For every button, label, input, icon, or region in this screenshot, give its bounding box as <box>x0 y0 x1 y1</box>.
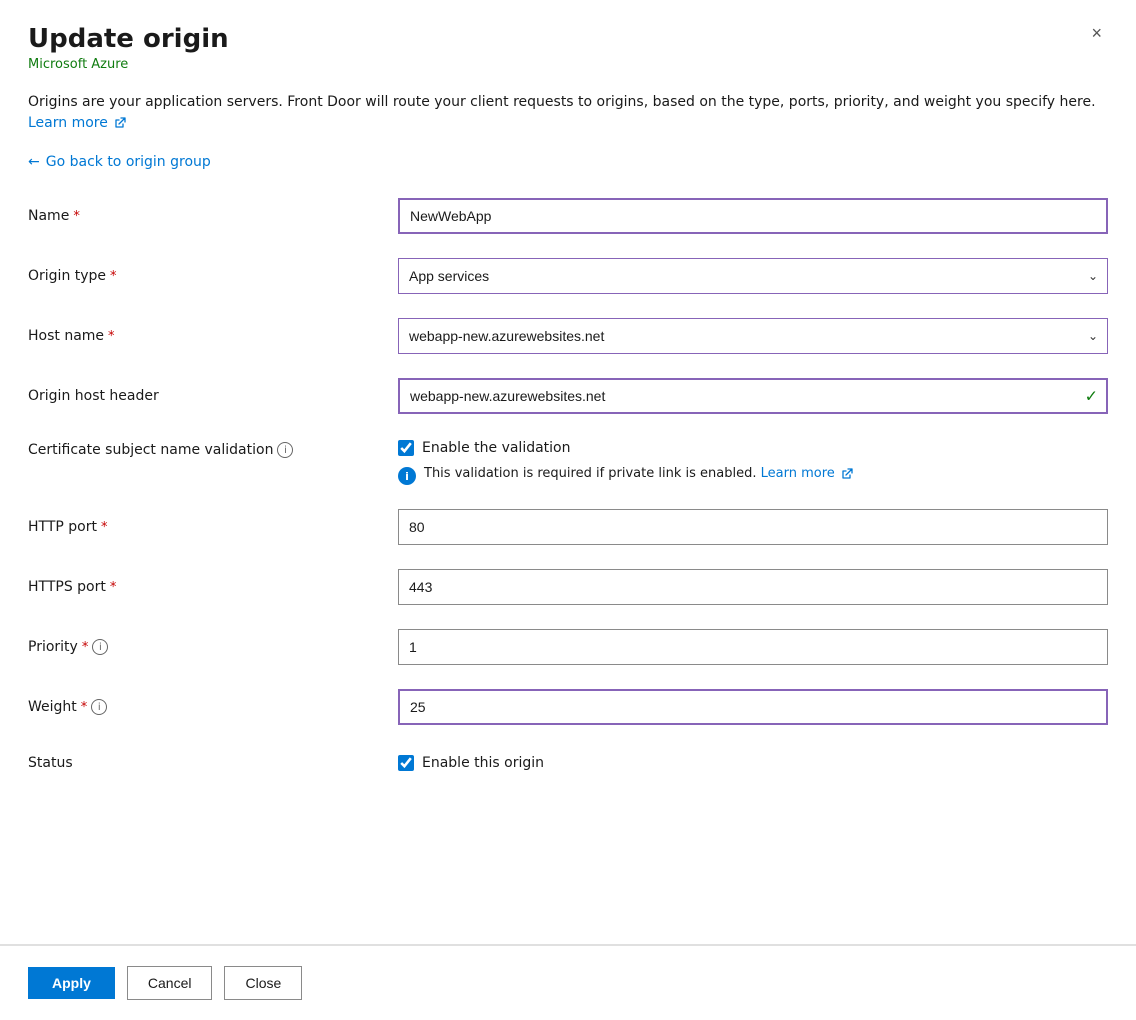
priority-row: Priority * i <box>28 617 1108 677</box>
description-body: Origins are your application servers. Fr… <box>28 94 1096 110</box>
certificate-info-icon[interactable]: i <box>277 442 293 458</box>
certificate-label: Certificate subject name validation i <box>28 440 398 458</box>
go-back-link[interactable]: ← Go back to origin group <box>28 154 211 170</box>
origin-host-header-input[interactable] <box>398 378 1108 414</box>
learn-more-link[interactable]: Learn more <box>28 115 126 131</box>
footer: Apply Cancel Close <box>0 945 1136 1020</box>
https-port-label: HTTPS port * <box>28 579 398 595</box>
origin-type-wrapper: App services Storage Cloud service Custo… <box>398 258 1108 294</box>
origin-host-header-input-group: ✓ <box>398 378 1108 414</box>
host-name-select[interactable]: webapp-new.azurewebsites.net <box>398 318 1108 354</box>
status-wrapper: Enable this origin <box>398 755 1108 771</box>
certificate-control-wrapper: Enable the validation i This validation … <box>398 440 1108 485</box>
apply-button[interactable]: Apply <box>28 967 115 999</box>
name-label: Name * <box>28 208 398 224</box>
origin-type-select[interactable]: App services Storage Cloud service Custo… <box>398 258 1108 294</box>
validation-learn-more-link[interactable]: Learn more <box>761 466 853 481</box>
origin-type-label: Origin type * <box>28 268 398 284</box>
title-block: Update origin Microsoft Azure <box>28 24 229 72</box>
weight-info-icon[interactable]: i <box>91 699 107 715</box>
certificate-checkbox[interactable] <box>398 440 414 456</box>
certificate-checkbox-group: Enable the validation i This validation … <box>398 440 1108 485</box>
http-port-label: HTTP port * <box>28 519 398 535</box>
weight-row: Weight * i <box>28 677 1108 737</box>
https-port-wrapper <box>398 569 1108 605</box>
https-port-input[interactable] <box>398 569 1108 605</box>
http-port-row: HTTP port * <box>28 497 1108 557</box>
host-name-select-wrapper: webapp-new.azurewebsites.net ⌄ <box>398 318 1108 354</box>
http-port-wrapper <box>398 509 1108 545</box>
go-back-section: ← Go back to origin group <box>0 134 1136 178</box>
status-row: Status Enable this origin <box>28 737 1108 789</box>
origin-type-select-wrapper: App services Storage Cloud service Custo… <box>398 258 1108 294</box>
host-name-required-star: * <box>108 329 115 344</box>
name-row: Name * <box>28 186 1108 246</box>
close-icon-button[interactable]: × <box>1085 20 1108 46</box>
origin-type-row: Origin type * App services Storage Cloud… <box>28 246 1108 306</box>
cancel-button[interactable]: Cancel <box>127 966 213 1000</box>
host-name-row: Host name * webapp-new.azurewebsites.net… <box>28 306 1108 366</box>
certificate-row: Certificate subject name validation i En… <box>28 426 1108 497</box>
priority-wrapper <box>398 629 1108 665</box>
priority-required-star: * <box>82 640 89 655</box>
priority-info-icon[interactable]: i <box>92 639 108 655</box>
host-name-label: Host name * <box>28 328 398 344</box>
certificate-checkbox-label[interactable]: Enable the validation <box>422 440 571 456</box>
certificate-note-text: This validation is required if private l… <box>424 466 853 481</box>
close-button[interactable]: Close <box>224 966 302 1000</box>
panel-title: Update origin <box>28 24 229 55</box>
origin-host-header-label: Origin host header <box>28 388 398 404</box>
name-input-wrapper <box>398 198 1108 234</box>
origin-type-required-star: * <box>110 269 117 284</box>
name-required-star: * <box>73 209 80 224</box>
panel-header: Update origin Microsoft Azure × <box>0 0 1136 72</box>
certificate-checkbox-item: Enable the validation <box>398 440 1108 456</box>
host-name-wrapper: webapp-new.azurewebsites.net ⌄ <box>398 318 1108 354</box>
http-port-input[interactable] <box>398 509 1108 545</box>
certificate-info-note: i This validation is required if private… <box>398 466 1108 485</box>
update-origin-panel: Update origin Microsoft Azure × Origins … <box>0 0 1136 1020</box>
description-text: Origins are your application servers. Fr… <box>0 72 1136 134</box>
weight-required-star: * <box>81 700 88 715</box>
arrow-left-icon: ← <box>28 154 40 170</box>
status-checkbox-item: Enable this origin <box>398 755 1108 771</box>
priority-input[interactable] <box>398 629 1108 665</box>
origin-host-header-row: Origin host header ✓ <box>28 366 1108 426</box>
weight-label: Weight * i <box>28 699 398 715</box>
weight-input[interactable] <box>398 689 1108 725</box>
origin-host-header-check-icon: ✓ <box>1085 387 1098 406</box>
http-port-required-star: * <box>101 520 108 535</box>
origin-host-header-wrapper: ✓ <box>398 378 1108 414</box>
weight-wrapper <box>398 689 1108 725</box>
status-checkbox[interactable] <box>398 755 414 771</box>
info-circle-icon: i <box>398 467 416 485</box>
panel-subtitle: Microsoft Azure <box>28 57 229 72</box>
validation-external-link-icon <box>841 468 853 480</box>
status-label: Status <box>28 755 398 771</box>
name-input[interactable] <box>398 198 1108 234</box>
priority-label: Priority * i <box>28 639 398 655</box>
form-body: Name * Origin type * App services Storag… <box>0 178 1136 944</box>
status-checkbox-label[interactable]: Enable this origin <box>422 755 544 771</box>
https-port-required-star: * <box>110 580 117 595</box>
external-link-icon <box>114 117 126 129</box>
https-port-row: HTTPS port * <box>28 557 1108 617</box>
title-row: Update origin Microsoft Azure × <box>28 24 1108 72</box>
